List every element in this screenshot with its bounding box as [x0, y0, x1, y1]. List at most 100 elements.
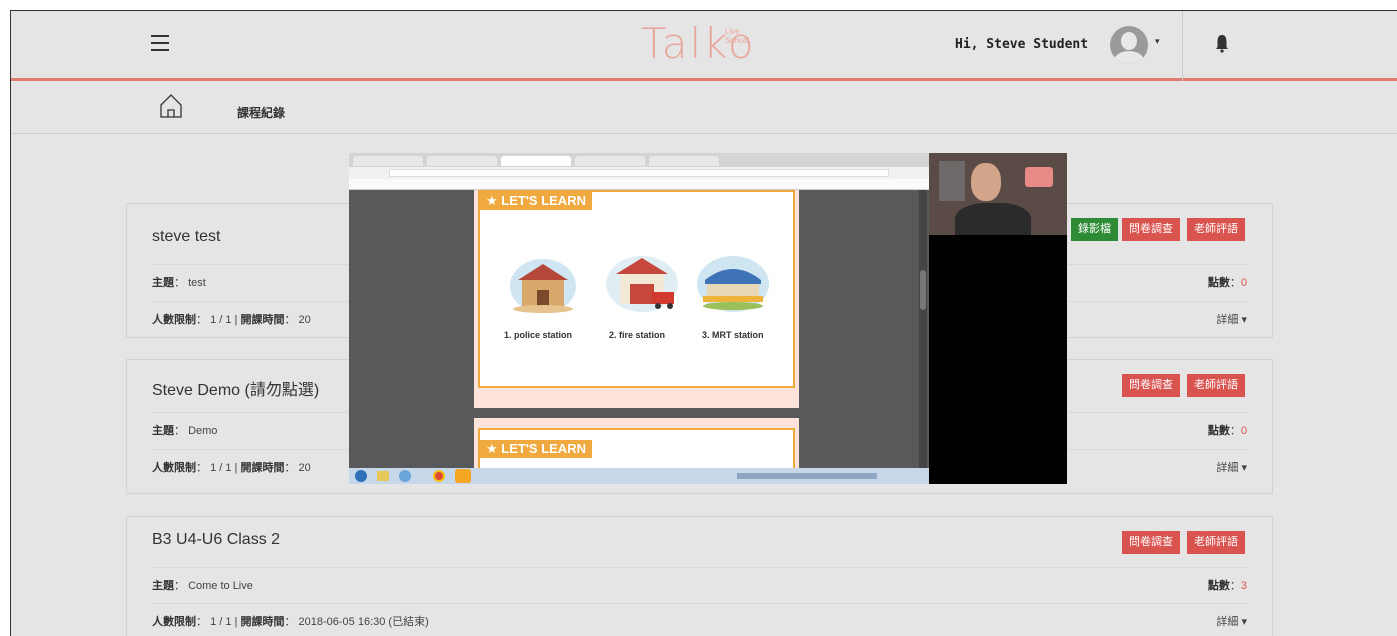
limit-value: 1 / 1 [210, 314, 232, 326]
vocab-item: 1. police station [504, 330, 573, 340]
app-frame: Talko Live School Hi, Steve Student ▾ 課程… [10, 10, 1397, 636]
lesson-slide: ★ LET'S LEARN [474, 418, 799, 470]
camera-toggle-button[interactable] [1025, 167, 1053, 187]
topic-value: Come to Live [188, 580, 253, 592]
breadcrumb: 課程紀錄 [11, 84, 1397, 134]
limit-value: 1 / 1 [210, 616, 232, 628]
bell-icon[interactable] [1215, 33, 1229, 53]
top-navbar: Talko Live School Hi, Steve Student ▾ [11, 11, 1397, 81]
slide-tag: ★ LET'S LEARN [480, 192, 592, 210]
divider [1182, 11, 1183, 81]
course-title[interactable]: steve test [152, 228, 220, 246]
points-value: 0 [1240, 277, 1247, 289]
colon: ： [284, 314, 296, 326]
points-label: 點數 [1207, 580, 1230, 592]
user-greeting[interactable]: Hi, Steve Student [955, 37, 1088, 52]
course-title[interactable]: B3 U4-U6 Class 2 [152, 531, 280, 549]
folder-icon [377, 471, 389, 481]
time-value: 20 [298, 462, 311, 474]
limit-value: 1 / 1 [210, 462, 232, 474]
card-actions: 問卷調查 老師評語 [1122, 531, 1247, 554]
webcam-face [971, 163, 1001, 201]
app-icon [399, 470, 411, 482]
schedule-row: 人數限制： 1 / 1 | 開課時間： 2018-06-05 16:30 (已結… [152, 603, 1247, 636]
menu-icon[interactable] [151, 35, 169, 51]
chevron-down-icon[interactable]: ▾ [1155, 36, 1160, 47]
start-icon [355, 470, 367, 482]
colon: ： [1229, 580, 1241, 592]
mrt-station-illustration [697, 256, 769, 312]
topic-label: 主題 [152, 580, 174, 592]
time-label: 開課時間 [240, 314, 285, 326]
points-display: 點數：3 [1208, 568, 1247, 604]
topic-label: 主題 [152, 425, 174, 437]
review-button[interactable]: 老師評語 [1187, 531, 1245, 554]
vocab-item: 3. MRT station [702, 330, 764, 340]
topic-label: 主題 [152, 277, 174, 289]
time-value: 2018-06-05 16:30 (已結束) [298, 616, 429, 628]
chevron-down-icon: ▾ [1241, 616, 1247, 628]
survey-button[interactable]: 問卷調查 [1122, 531, 1180, 554]
screen-share: ★ LET'S LEARN 1. police station 2. fire … [349, 153, 929, 484]
details-toggle[interactable]: 詳細 ▾ [1216, 604, 1247, 636]
chevron-down-icon: ▾ [1241, 462, 1247, 474]
scrollbar[interactable] [919, 190, 927, 470]
limit-label: 人數限制 [152, 616, 196, 628]
colon: ： [174, 277, 185, 289]
survey-button[interactable]: 問卷調查 [1122, 218, 1180, 241]
lesson-slide: ★ LET'S LEARN [474, 190, 799, 408]
slide-tag: ★ LET'S LEARN [480, 440, 592, 458]
video-button[interactable]: 錄影檔 [1071, 218, 1118, 241]
time-label: 開課時間 [240, 616, 285, 628]
colon: ： [284, 616, 296, 628]
home-icon[interactable] [159, 93, 183, 119]
review-button[interactable]: 老師評語 [1187, 218, 1245, 241]
limit-label: 人數限制 [152, 462, 196, 474]
colon: ： [284, 462, 296, 474]
vocab-item: 2. fire station [609, 330, 666, 340]
bookmarks-bar [349, 179, 929, 190]
webcam-feed [929, 153, 1067, 235]
points-label: 點數 [1207, 277, 1230, 289]
system-tray [737, 473, 877, 479]
card-actions: 問卷調查 老師評語 [1122, 374, 1247, 397]
page-title: 課程紀錄 [237, 106, 286, 120]
review-button[interactable]: 老師評語 [1187, 374, 1245, 397]
avatar[interactable] [1110, 26, 1148, 64]
details-label: 詳細 [1216, 314, 1239, 326]
points-value: 0 [1240, 425, 1247, 437]
fire-station-illustration [606, 256, 678, 312]
talko-logo[interactable]: Talko Live School [641, 19, 756, 69]
slide-frame: ★ LET'S LEARN [478, 428, 795, 470]
topic-value: Demo [188, 425, 218, 437]
limit-label: 人數限制 [152, 314, 196, 326]
colon: ： [196, 616, 207, 628]
video-player[interactable]: ★ LET'S LEARN 1. police station 2. fire … [349, 153, 1067, 484]
colon: ： [1229, 425, 1241, 437]
colon: ： [1229, 277, 1241, 289]
details-toggle[interactable]: 詳細 ▾ [1216, 302, 1247, 339]
topic-value: test [188, 277, 206, 289]
colon: ： [174, 425, 185, 437]
slide-frame: ★ LET'S LEARN [478, 190, 795, 388]
details-label: 詳細 [1216, 462, 1239, 474]
time-value: 20 [298, 314, 311, 326]
browser-tabs [349, 153, 929, 167]
chevron-down-icon: ▾ [1241, 314, 1247, 326]
survey-button[interactable]: 問卷調查 [1122, 374, 1180, 397]
course-card: B3 U4-U6 Class 2 問卷調查 老師評語 主題： Come to L… [126, 516, 1273, 636]
colon: ： [174, 580, 185, 592]
course-title[interactable]: Steve Demo (請勿點選) [152, 376, 319, 400]
points-display: 點數：0 [1208, 265, 1247, 302]
points-display: 點數：0 [1208, 413, 1247, 450]
chrome-icon [433, 470, 445, 482]
card-actions: 錄影檔 問卷調查 老師評語 [1071, 218, 1247, 241]
colon: ： [196, 462, 207, 474]
address-bar [349, 167, 929, 179]
webcam-body [955, 203, 1031, 235]
active-app-icon [455, 469, 471, 483]
points-value: 3 [1240, 580, 1247, 592]
points-label: 點數 [1207, 425, 1230, 437]
details-toggle[interactable]: 詳細 ▾ [1216, 450, 1247, 487]
os-taskbar [349, 468, 929, 484]
